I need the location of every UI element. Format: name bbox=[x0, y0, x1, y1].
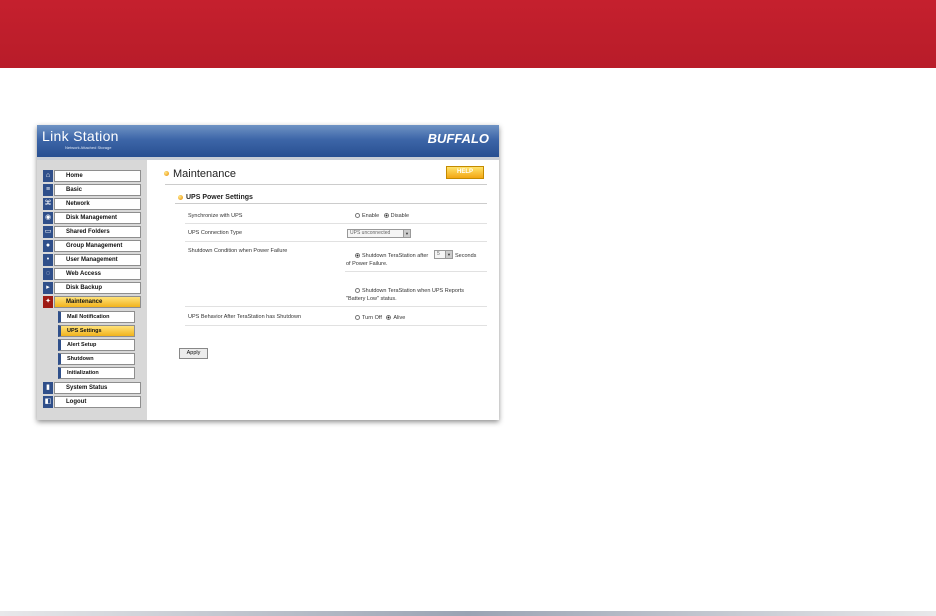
document-icon: ≡ bbox=[43, 184, 53, 196]
ups-behavior-options: Turn Off Alive bbox=[355, 315, 405, 321]
folder-icon: ▭ bbox=[43, 226, 53, 238]
shutdown-after-label: Shutdown TeraStation after bbox=[362, 253, 429, 259]
sidebar-subitem-shutdown[interactable]: Shutdown bbox=[58, 353, 135, 365]
group-icon: ● bbox=[43, 240, 53, 252]
sidebar-item-group-management[interactable]: ● Group Management bbox=[43, 240, 141, 252]
connection-type-value: UPS unconnected bbox=[350, 230, 391, 236]
seconds-select[interactable]: 5 ▼ bbox=[434, 250, 453, 259]
sidebar-item-disk-backup[interactable]: ▸ Disk Backup bbox=[43, 282, 141, 294]
row-divider bbox=[185, 325, 487, 326]
sync-label: Synchronize with UPS bbox=[188, 213, 243, 219]
title-divider bbox=[165, 184, 487, 185]
section-title: UPS Power Settings bbox=[186, 194, 253, 201]
sidebar-item-label: Logout bbox=[54, 396, 141, 408]
sidebar-item-label: User Management bbox=[54, 254, 141, 266]
web-icon: ◌ bbox=[43, 268, 53, 280]
battery-low-radio[interactable] bbox=[355, 288, 360, 294]
title-bullet-icon bbox=[164, 171, 169, 176]
sidebar-item-label: Web Access bbox=[54, 268, 141, 280]
sidebar-item-label: Home bbox=[54, 170, 141, 182]
sidebar-item-label: Maintenance bbox=[54, 296, 141, 308]
logout-icon: ◧ bbox=[43, 396, 53, 408]
sidebar-subitem-initialization[interactable]: Initialization bbox=[58, 367, 135, 379]
sidebar-item-maintenance[interactable]: ✦ Maintenance bbox=[43, 296, 141, 308]
help-button[interactable]: HELP bbox=[446, 166, 484, 179]
battery-low-label-line1: Shutdown TeraStation when UPS Reports bbox=[362, 288, 465, 294]
bottom-gradient-bar bbox=[0, 611, 936, 616]
battery-low-option: Shutdown TeraStation when UPS Reports bbox=[355, 288, 464, 294]
sidebar-item-label: Network bbox=[54, 198, 141, 210]
shutdown-after-option: Shutdown TeraStation after bbox=[355, 253, 428, 259]
ups-behavior-label: UPS Behavior After TeraStation has Shutd… bbox=[188, 314, 302, 320]
user-icon: • bbox=[43, 254, 53, 266]
top-banner bbox=[0, 0, 936, 68]
sidebar-subitem-alert-setup[interactable]: Alert Setup bbox=[58, 339, 135, 351]
screenshot-frame: Link Station Network Attached Storage BU… bbox=[37, 125, 499, 420]
turn-off-label: Turn Off bbox=[362, 315, 382, 321]
sidebar-subitem-mail-notification[interactable]: Mail Notification bbox=[58, 311, 135, 323]
sync-options: Enable Disable bbox=[355, 213, 409, 219]
chevron-down-icon: ▼ bbox=[445, 251, 452, 258]
row-divider bbox=[185, 241, 487, 242]
sidebar-item-user-management[interactable]: • User Management bbox=[43, 254, 141, 266]
row-divider bbox=[185, 306, 487, 307]
apply-button[interactable]: Apply bbox=[179, 348, 208, 359]
sidebar-item-home[interactable]: ⌂ Home bbox=[43, 170, 141, 182]
page-title: Maintenance bbox=[173, 168, 236, 180]
shutdown-after-radio[interactable] bbox=[355, 253, 360, 259]
disable-radio[interactable] bbox=[383, 213, 389, 219]
alive-label: Alive bbox=[393, 315, 406, 321]
seconds-value: 5 bbox=[437, 251, 440, 257]
sidebar: ⌂ Home ≡ Basic ⌘ Network ◉ Disk Manageme… bbox=[37, 160, 147, 420]
home-icon: ⌂ bbox=[43, 170, 53, 182]
disk-icon: ◉ bbox=[43, 212, 53, 224]
sidebar-item-label: Shared Folders bbox=[54, 226, 141, 238]
logo-subtitle: Network Attached Storage bbox=[65, 145, 112, 150]
sidebar-item-system-status[interactable]: ▮ System Status bbox=[43, 382, 141, 394]
chevron-down-icon: ▼ bbox=[403, 230, 410, 237]
turn-off-radio[interactable] bbox=[355, 315, 360, 321]
section-bullet-icon bbox=[178, 195, 183, 200]
sidebar-item-label: System Status bbox=[54, 382, 141, 394]
sidebar-item-shared-folders[interactable]: ▭ Shared Folders bbox=[43, 226, 141, 238]
alive-radio[interactable] bbox=[386, 315, 392, 321]
main-content: Maintenance HELP UPS Power Settings Sync… bbox=[147, 160, 499, 420]
battery-low-label-line2: "Battery Low" status. bbox=[346, 296, 397, 302]
row-divider bbox=[345, 271, 487, 272]
sidebar-item-label: Group Management bbox=[54, 240, 141, 252]
power-failure-label: of Power Failure. bbox=[346, 261, 388, 267]
sidebar-item-web-access[interactable]: ◌ Web Access bbox=[43, 268, 141, 280]
shutdown-condition-label: Shutdown Condition when Power Failure bbox=[188, 248, 288, 254]
connection-type-label: UPS Connection Type bbox=[188, 230, 243, 236]
seconds-label: Seconds bbox=[455, 253, 477, 259]
enable-radio-label: Enable bbox=[362, 213, 380, 219]
sidebar-item-label: Disk Backup bbox=[54, 282, 141, 294]
section-divider bbox=[175, 203, 487, 204]
row-divider bbox=[185, 223, 487, 224]
tools-icon: ✦ bbox=[43, 296, 53, 308]
sidebar-item-network[interactable]: ⌘ Network bbox=[43, 198, 141, 210]
sidebar-item-basic[interactable]: ≡ Basic bbox=[43, 184, 141, 196]
connection-type-select[interactable]: UPS unconnected ▼ bbox=[347, 229, 411, 238]
network-icon: ⌘ bbox=[43, 198, 53, 210]
buffalo-logo: BUFFALO bbox=[427, 131, 489, 146]
backup-icon: ▸ bbox=[43, 282, 53, 294]
status-icon: ▮ bbox=[43, 382, 53, 394]
sidebar-item-label: Basic bbox=[54, 184, 141, 196]
enable-radio[interactable] bbox=[355, 213, 360, 219]
disable-radio-label: Disable bbox=[390, 213, 410, 219]
sidebar-item-label: Disk Management bbox=[54, 212, 141, 224]
app-header: Link Station Network Attached Storage BU… bbox=[37, 125, 499, 157]
sidebar-item-logout[interactable]: ◧ Logout bbox=[43, 396, 141, 408]
linkstation-logo: Link Station bbox=[42, 128, 119, 144]
sidebar-item-disk-management[interactable]: ◉ Disk Management bbox=[43, 212, 141, 224]
sidebar-subitem-ups-settings[interactable]: UPS Settings bbox=[58, 325, 135, 337]
